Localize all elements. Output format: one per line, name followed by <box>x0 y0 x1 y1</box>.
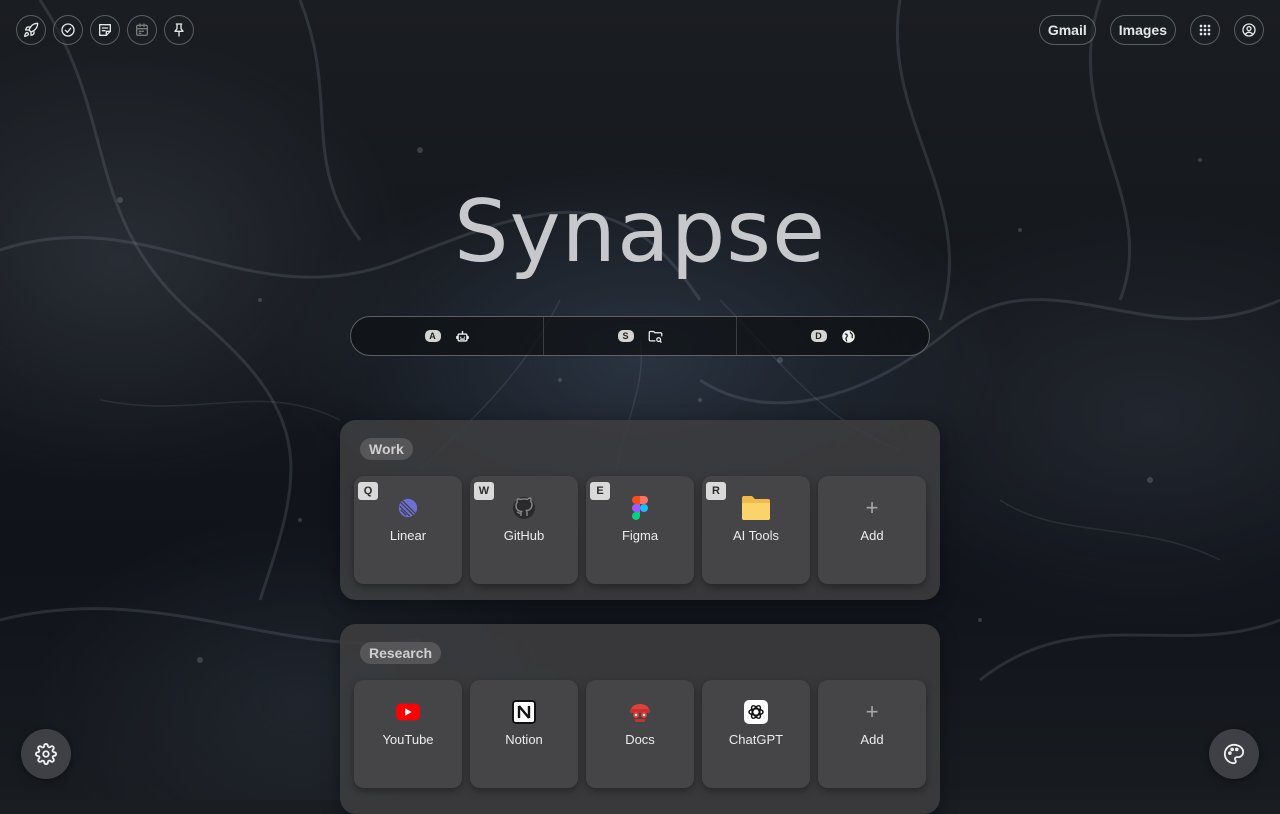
check-circle-icon <box>61 23 75 37</box>
theme-button[interactable] <box>1209 729 1259 779</box>
tile-label: AI Tools <box>732 528 779 543</box>
pin-button[interactable] <box>164 15 194 45</box>
tile-ai-tools[interactable]: R AI Tools <box>702 476 810 584</box>
search-mode-ai[interactable]: A <box>351 317 543 355</box>
group-label[interactable]: Work <box>360 438 413 460</box>
tile-github[interactable]: W GitHub <box>470 476 578 584</box>
chatgpt-icon <box>744 700 768 724</box>
tile-label: Linear <box>389 528 427 543</box>
rocket-button[interactable] <box>16 15 46 45</box>
shortcut-group-research: Research YouTube Notion Docs ChatGPT + A… <box>340 624 940 814</box>
shortcut-key: A <box>424 330 441 342</box>
tile-add[interactable]: + Add <box>818 476 926 584</box>
plus-icon: + <box>865 699 879 724</box>
tile-row: YouTube Notion Docs ChatGPT + Add <box>354 680 926 788</box>
tile-label: ChatGPT <box>728 732 784 747</box>
tile-notion[interactable]: Notion <box>470 680 578 788</box>
tile-chatgpt[interactable]: ChatGPT <box>702 680 810 788</box>
tile-label: YouTube <box>382 732 434 747</box>
folder-search-icon <box>648 330 662 343</box>
shortcut-key: W <box>474 482 494 500</box>
robot-icon <box>455 330 469 342</box>
shortcut-key: S <box>617 330 634 342</box>
tile-label: Figma <box>621 528 659 543</box>
toolbar-right: Gmail Images <box>1038 15 1264 45</box>
tile-row: Q Linear W GitHub E Figma R AI Tools + A… <box>354 476 926 584</box>
docs-icon <box>628 700 652 724</box>
tile-add[interactable]: + Add <box>818 680 926 788</box>
youtube-icon <box>396 700 420 724</box>
notes-button[interactable] <box>90 15 120 45</box>
calendar-icon <box>136 23 148 36</box>
tile-label: Docs <box>625 732 655 747</box>
palette-icon <box>1223 743 1245 765</box>
page-title: Synapse <box>454 182 826 282</box>
toolbar-left <box>16 15 194 45</box>
tile-docs[interactable]: Docs <box>586 680 694 788</box>
tasks-button[interactable] <box>53 15 83 45</box>
search-mode-files[interactable]: S <box>543 317 736 355</box>
plus-icon: + <box>865 495 879 520</box>
group-label[interactable]: Research <box>360 642 442 664</box>
tile-figma[interactable]: E Figma <box>586 476 694 584</box>
tile-youtube[interactable]: YouTube <box>354 680 462 788</box>
tile-label: GitHub <box>503 528 545 543</box>
gear-icon <box>35 743 57 765</box>
notion-icon <box>512 700 536 724</box>
settings-button[interactable] <box>21 729 71 779</box>
gmail-link[interactable]: Gmail <box>1038 15 1096 45</box>
pin-icon <box>174 23 184 37</box>
globe-icon <box>841 329 855 343</box>
calendar-button[interactable] <box>127 15 157 45</box>
github-icon <box>512 496 536 520</box>
tile-label: Notion <box>505 732 543 747</box>
shortcut-key: Q <box>358 482 378 500</box>
notes-icon <box>99 24 111 36</box>
tile-label: Add <box>860 732 884 747</box>
shortcut-key: R <box>706 482 726 500</box>
tile-linear[interactable]: Q Linear <box>354 476 462 584</box>
shortcut-key: D <box>810 330 827 342</box>
rocket-icon <box>24 22 39 37</box>
shortcut-key: E <box>590 482 610 500</box>
apps-button[interactable] <box>1190 15 1220 45</box>
grid-icon <box>1199 24 1211 36</box>
account-button[interactable] <box>1234 15 1264 45</box>
linear-icon <box>396 496 420 520</box>
tile-label: Add <box>860 528 884 543</box>
images-link[interactable]: Images <box>1109 15 1176 45</box>
shortcut-group-work: Work Q Linear W GitHub E Figma R AI Tool… <box>340 420 940 600</box>
folder-icon <box>740 496 772 520</box>
figma-icon <box>628 496 652 520</box>
search-mode-bar: A S D <box>350 316 930 356</box>
search-mode-web[interactable]: D <box>736 317 929 355</box>
user-circle-icon <box>1242 23 1256 37</box>
